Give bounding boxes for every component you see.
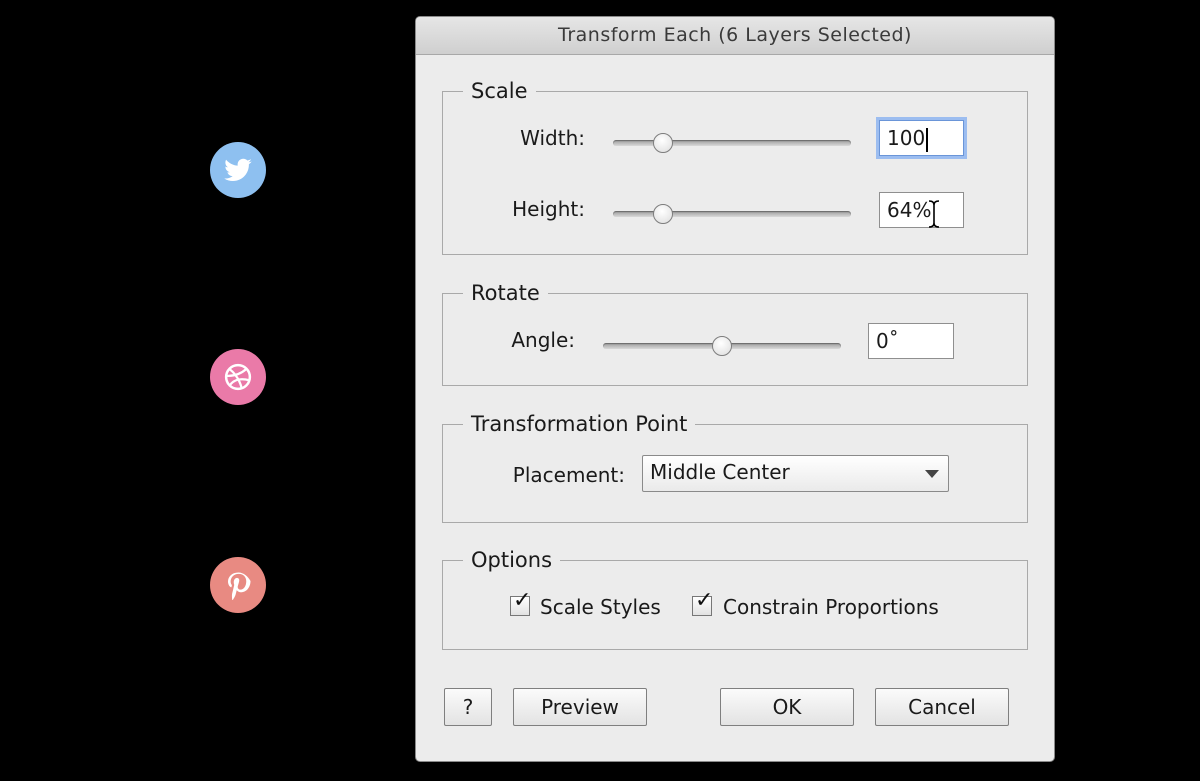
dribbble-icon — [210, 349, 266, 405]
options-legend: Options — [463, 548, 561, 572]
text-caret — [926, 127, 929, 152]
placement-select[interactable]: Middle Center — [642, 455, 949, 492]
width-field[interactable]: 100 — [879, 120, 964, 156]
rotate-legend: Rotate — [463, 281, 548, 305]
placement-label: Placement: — [512, 463, 625, 487]
width-slider[interactable] — [613, 132, 851, 154]
twitter-icon — [210, 142, 266, 198]
transformation-point-group: Transformation Point Placement: Middle C… — [442, 412, 1028, 523]
width-field-value: 100 — [887, 126, 926, 150]
scale-group: Scale Width: 100 Height: 64% — [442, 79, 1028, 255]
angle-label: Angle: — [511, 328, 575, 352]
pinterest-p-glyph — [228, 572, 251, 600]
height-field-value: 64% — [887, 198, 932, 222]
cancel-button[interactable]: Cancel — [875, 688, 1009, 726]
angle-field[interactable]: 0˚ — [868, 323, 954, 359]
rotate-group: Rotate Angle: 0˚ — [442, 281, 1028, 386]
dribbble-ball-glyph — [224, 363, 252, 391]
chevron-down-icon — [925, 470, 939, 478]
scale-styles-checkbox[interactable]: ✓ — [510, 590, 531, 616]
constrain-proportions-checkbox[interactable]: ✓ — [692, 590, 713, 616]
constrain-proportions-label[interactable]: Constrain Proportions — [723, 595, 939, 619]
height-slider[interactable] — [613, 203, 851, 225]
placement-select-value: Middle Center — [650, 460, 790, 484]
scale-legend: Scale — [463, 79, 536, 103]
checkmark-icon: ✓ — [695, 588, 714, 613]
width-slider-track[interactable] — [613, 140, 851, 146]
angle-slider[interactable] — [603, 335, 841, 357]
dialog-title: Transform Each (6 Layers Selected) — [416, 17, 1054, 55]
angle-slider-thumb[interactable] — [712, 336, 732, 356]
width-label: Width: — [520, 126, 585, 150]
height-field[interactable]: 64% — [879, 192, 964, 228]
ok-button[interactable]: OK — [720, 688, 854, 726]
angle-field-value: 0˚ — [876, 329, 899, 353]
ibeam-cursor-icon — [928, 200, 940, 228]
height-label: Height: — [512, 197, 585, 221]
preview-button[interactable]: Preview — [513, 688, 647, 726]
checkmark-icon: ✓ — [513, 588, 532, 613]
scale-styles-label[interactable]: Scale Styles — [540, 595, 661, 619]
width-slider-thumb[interactable] — [652, 133, 673, 153]
pinterest-icon — [210, 557, 266, 613]
transform-each-dialog: Transform Each (6 Layers Selected) Scale… — [416, 17, 1054, 761]
options-group: Options ✓ Scale Styles ✓ Constrain Propo… — [442, 548, 1028, 650]
twitter-bird-glyph — [224, 158, 252, 181]
help-button[interactable]: ? — [444, 688, 492, 726]
transformation-point-legend: Transformation Point — [463, 412, 696, 436]
height-slider-thumb[interactable] — [652, 204, 673, 224]
height-slider-track[interactable] — [613, 211, 851, 217]
